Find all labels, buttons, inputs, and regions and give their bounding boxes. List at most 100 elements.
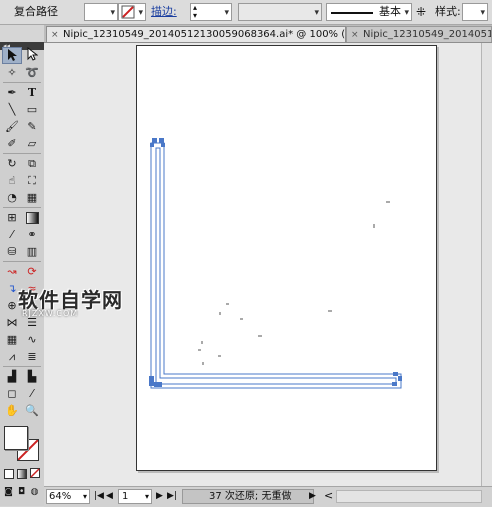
stroke-weight-field[interactable]: ▴ ▾ ▾ [190, 3, 232, 21]
eraser-icon: ▱ [27, 137, 37, 150]
variable-width-profile-dropdown[interactable]: ▾ [238, 3, 322, 21]
fill-stroke-control[interactable] [4, 426, 40, 462]
artboard[interactable] [136, 45, 437, 471]
rotate-tool[interactable]: ↻ [2, 155, 22, 172]
free-transform-tool[interactable]: ⛶ [22, 172, 42, 189]
chevron-down-icon: ▾ [314, 8, 319, 18]
shape-builder-icon: ◔ [7, 191, 17, 204]
first-artboard-icon[interactable]: |◀ [94, 489, 104, 504]
zoom-level-dropdown[interactable]: 64% ▾ [46, 489, 90, 504]
none-mode-button[interactable] [28, 465, 41, 482]
selection-tool[interactable] [2, 47, 22, 64]
direct-selection-tool[interactable] [22, 46, 42, 64]
line-segment-tool[interactable]: ╲ [2, 101, 22, 118]
stroke-panel-link[interactable]: 描边: [151, 3, 177, 21]
red-curve-icon: ↝ [7, 265, 17, 278]
chart-select-icon: ▙ [27, 370, 37, 383]
fill-swatch[interactable] [4, 426, 28, 450]
warp-tool[interactable]: ☝ [2, 172, 22, 189]
close-icon[interactable]: × [351, 27, 359, 42]
perspective-grid-icon: ▦ [26, 191, 38, 204]
status-info-field[interactable]: 37 次还原; 无重做 [182, 489, 314, 504]
list-icon: ≣ [27, 350, 37, 363]
undo-status-text: 37 次还原; 无重做 [209, 491, 292, 502]
magnifier-icon: 🔍 [25, 404, 39, 417]
toolbox-divider [3, 207, 41, 208]
eraser-tool[interactable]: ▱ [22, 135, 42, 152]
vertical-scrollbar[interactable] [481, 43, 492, 486]
plugin-tool-i[interactable]: ▦ [2, 331, 22, 348]
horizontal-scrollbar[interactable] [336, 490, 482, 503]
fill-color-dropdown[interactable]: ▾ [84, 3, 118, 21]
close-icon[interactable]: × [51, 27, 59, 42]
blob-brush-tool[interactable]: ✐ [2, 135, 22, 152]
pencil-tool[interactable]: ✎ [22, 118, 42, 135]
draw-behind-button[interactable]: ◘ [15, 482, 28, 499]
toolbox-divider [3, 366, 41, 367]
plugin-tool-a[interactable]: ↝ [2, 263, 22, 280]
document-tab-inactive[interactable]: × Nipic_12310549_20140514103529... [346, 26, 492, 42]
tab-label: Nipic_12310549_20140514103529... [363, 29, 491, 40]
plugin-tool-j[interactable]: ∿ [22, 331, 42, 348]
brush-label: 基本 [379, 5, 401, 18]
status-bar: 64% ▾ |◀ ◀ 1 ▾ ▶ ▶| 37 次还原; 无重做 ▶ < [44, 486, 492, 507]
draw-behind-icon: ◘ [17, 487, 26, 497]
graphic-style-dropdown[interactable]: ▾ [462, 3, 488, 21]
magic-wand-tool[interactable]: ✧ [2, 64, 22, 81]
perspective-grid-tool[interactable]: ▦ [22, 189, 42, 206]
rectangle-tool[interactable]: ▭ [22, 101, 42, 118]
canvas-area[interactable] [44, 43, 492, 486]
pen-tool[interactable]: ✒ [2, 84, 22, 101]
mesh-tool[interactable]: ⊞ [2, 209, 22, 226]
plugin-tool-l[interactable]: ≣ [22, 348, 42, 365]
plugin-tool-k[interactable]: ⩘ [2, 348, 22, 365]
gradient-icon [25, 212, 39, 224]
shape-builder-tool[interactable]: ◔ [2, 189, 22, 206]
draw-normal-button[interactable]: ◙ [2, 482, 15, 499]
bar-chart-icon: ▟ [7, 370, 17, 383]
blob-brush-icon: ✐ [7, 137, 17, 150]
status-menu-icon[interactable]: ▶ [309, 489, 316, 504]
next-artboard-icon[interactable]: ▶ [156, 489, 163, 504]
draw-inside-button[interactable]: ◍ [28, 482, 41, 499]
last-artboard-icon[interactable]: ▶| [167, 489, 177, 504]
type-tool[interactable]: T [22, 84, 42, 101]
live-paint-selection-tool[interactable]: ▙ [22, 368, 42, 385]
brush-definition-dropdown[interactable]: 基本 ▾ [326, 3, 412, 21]
stroke-color-dropdown[interactable]: ▾ [118, 3, 146, 21]
draw-inside-icon: ◍ [30, 487, 39, 497]
column-graph-tool[interactable]: ▥ [22, 243, 42, 260]
grid-icon: ▦ [6, 333, 18, 346]
previous-artboard-icon[interactable]: ◀ [106, 489, 113, 504]
artboard-tool[interactable]: ◻ [2, 385, 22, 402]
rotate-icon: ↻ [7, 157, 17, 170]
align-icon[interactable]: ⁜ [416, 3, 426, 21]
bowtie-icon: ⋈ [6, 316, 18, 329]
blend-tool[interactable]: ⚭ [22, 226, 42, 243]
plugin-tool-b[interactable]: ⟳ [22, 263, 42, 280]
gradient-mode-button[interactable] [15, 465, 28, 482]
slice-tool[interactable]: ⁄ [22, 385, 42, 402]
zoom-value: 64% [49, 491, 72, 502]
lasso-tool[interactable]: ➰ [22, 64, 42, 81]
live-paint-bucket-tool[interactable]: ▟ [2, 368, 22, 385]
crosshair-icon: ⊕ [7, 299, 17, 312]
scale-tool[interactable]: ⧉ [22, 155, 42, 172]
document-tab-active[interactable]: × Nipic_12310549_20140512130059068364.ai… [46, 26, 346, 42]
hand-tool[interactable]: ✋ [2, 402, 22, 419]
object-type-label: 复合路径 [14, 5, 58, 18]
gradient-tool[interactable] [22, 209, 42, 226]
artboard-number-dropdown[interactable]: 1 ▾ [118, 489, 152, 504]
free-transform-icon: ⛶ [28, 174, 36, 187]
symbol-sprayer-tool[interactable]: ⛁ [2, 243, 22, 260]
eyedropper-tool[interactable]: ⁄ [2, 226, 22, 243]
zoom-tool[interactable]: 🔍 [22, 402, 42, 419]
watermark-subtext: RJZXW.COM [22, 309, 79, 318]
scroll-left-icon[interactable]: < [324, 488, 333, 503]
type-t-icon: T [27, 86, 37, 99]
magic-wand-icon: ✧ [7, 66, 17, 79]
paintbrush-tool[interactable]: 🖌 [2, 118, 22, 135]
spinner-icon[interactable]: ▴ ▾ [193, 4, 197, 20]
style-label: 样式: [435, 5, 461, 18]
color-mode-button[interactable] [2, 465, 15, 482]
